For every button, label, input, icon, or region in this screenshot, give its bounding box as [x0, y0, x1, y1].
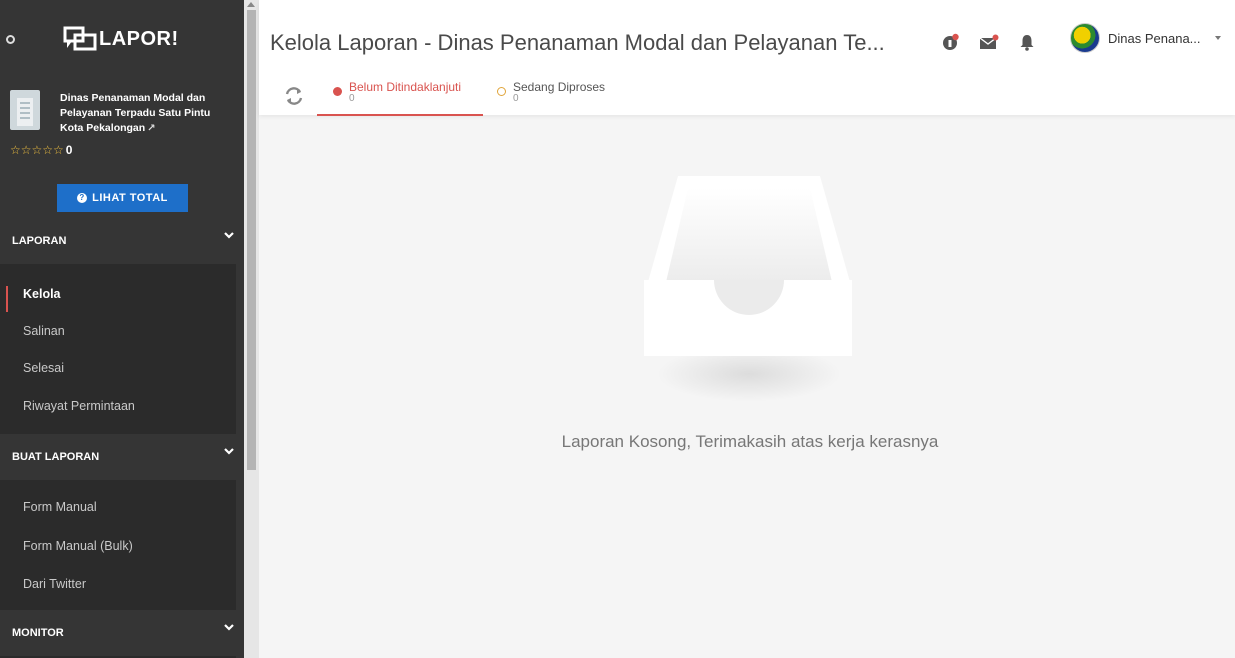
top-icons [939, 30, 1039, 54]
tab-label: Sedang Diproses [513, 80, 606, 94]
sidebar-scrollbar[interactable] [244, 0, 259, 658]
menu-label: Form Manual (Bulk) [23, 539, 133, 553]
tab-count: 0 [513, 93, 519, 104]
lihat-total-button[interactable]: ? LIHAT TOTAL [57, 184, 188, 212]
info-badge-icon [943, 33, 959, 50]
menu-label: Kelola [23, 287, 61, 301]
rating-stars-icon: ☆☆☆☆☆ [10, 143, 64, 157]
bell-icon [1020, 35, 1034, 51]
question-circle-icon: ? [77, 193, 88, 203]
user-avatar [1070, 23, 1100, 53]
agency-name-link[interactable]: Dinas Penanaman Modal dan Pelayanan Terp… [60, 91, 235, 136]
sidebar-item-dari-twitter[interactable]: Dari Twitter [0, 565, 236, 603]
chevron-down-icon [224, 232, 234, 240]
messages-button[interactable] [977, 30, 1001, 54]
menu-label: Dari Twitter [23, 577, 86, 591]
status-dot-icon [333, 87, 342, 96]
scroll-up-icon[interactable] [247, 2, 255, 7]
section-buat-laporan[interactable]: BUAT LAPORAN [0, 436, 244, 480]
menu-label: Riwayat Permintaan [23, 399, 135, 413]
sidebar-item-form-manual[interactable]: Form Manual [0, 488, 236, 526]
laporan-menu: Kelola Salinan Selesai Riwayat Permintaa… [0, 264, 236, 434]
sidebar-item-form-manual-bulk[interactable]: Form Manual (Bulk) [0, 527, 236, 565]
topbar: Kelola Laporan - Dinas Penanaman Modal d… [259, 0, 1235, 116]
tab-label: Belum Ditindaklanjuti [349, 80, 462, 94]
empty-inbox-icon [644, 176, 852, 356]
refresh-button[interactable] [283, 85, 305, 107]
logo-row: LAPOR! [0, 18, 244, 68]
agency-rating: ☆☆☆☆☆ 0 [10, 143, 72, 157]
buat-laporan-menu: Form Manual Form Manual (Bulk) Dari Twit… [0, 480, 236, 610]
tab-belum-ditindaklanjuti[interactable]: Belum Ditindaklanjuti 0 [317, 80, 483, 116]
sidebar: LAPOR! Dinas Penanaman Modal dan Pelayan… [0, 0, 244, 658]
section-laporan[interactable]: LAPORAN [0, 220, 244, 264]
notifications-button[interactable] [1015, 30, 1039, 54]
user-menu[interactable]: Dinas Penana... [1070, 23, 1221, 53]
user-name: Dinas Penana... [1108, 30, 1201, 46]
menu-label: Salinan [23, 324, 65, 338]
sidebar-item-salinan[interactable]: Salinan [0, 312, 236, 350]
section-monitor[interactable]: MONITOR [0, 612, 244, 656]
section-title: MONITOR [12, 627, 64, 639]
tab-count: 0 [349, 93, 355, 104]
menu-label: Selesai [23, 361, 64, 375]
status-tabs: Belum Ditindaklanjuti 0 Sedang Diproses … [259, 78, 1235, 116]
collapse-toggle-icon[interactable] [6, 35, 15, 44]
caret-down-icon [1214, 36, 1221, 40]
external-link-icon: ↗ [147, 123, 156, 134]
envelope-icon [979, 34, 999, 49]
empty-state: Laporan Kosong, Terimakasih atas kerja k… [259, 116, 1235, 658]
chevron-down-icon [224, 448, 234, 456]
section-title: LAPORAN [12, 235, 67, 247]
lapor-logo-icon [63, 26, 97, 51]
page-title: Kelola Laporan - Dinas Penanaman Modal d… [270, 30, 885, 55]
empty-state-message: Laporan Kosong, Terimakasih atas kerja k… [561, 432, 939, 451]
menu-label: Form Manual [23, 500, 97, 514]
rating-value: 0 [65, 143, 73, 157]
status-dot-icon [497, 87, 506, 96]
logo-text: LAPOR! [99, 27, 179, 50]
sidebar-item-selesai[interactable]: Selesai [0, 349, 236, 387]
sidebar-item-kelola[interactable]: Kelola [0, 275, 236, 313]
tab-sedang-diproses[interactable]: Sedang Diproses 0 [497, 80, 627, 116]
info-notification-button[interactable] [939, 30, 963, 54]
agency-name: Dinas Penanaman Modal dan Pelayanan Terp… [60, 92, 211, 134]
lihat-total-label: LIHAT TOTAL [92, 192, 168, 204]
refresh-icon [285, 87, 303, 105]
agency-avatar [10, 90, 40, 130]
scrollbar-thumb[interactable] [247, 10, 256, 470]
sidebar-item-riwayat-permintaan[interactable]: Riwayat Permintaan [0, 387, 236, 425]
section-title: BUAT LAPORAN [12, 451, 100, 463]
chevron-down-icon [224, 624, 234, 632]
lapor-logo[interactable]: LAPOR! [63, 26, 179, 52]
